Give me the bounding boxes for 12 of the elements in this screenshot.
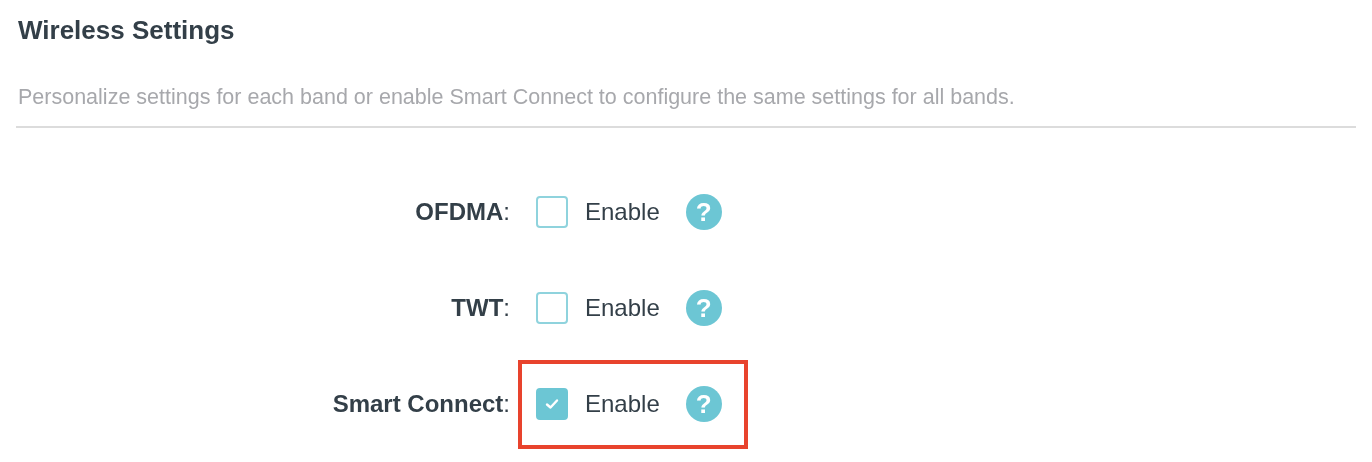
checkbox[interactable] (536, 292, 568, 324)
checkbox-label[interactable]: Enable (585, 198, 660, 226)
setting-label: TWT: (450, 294, 510, 322)
check-icon (545, 398, 559, 410)
checkbox-label[interactable]: Enable (585, 294, 660, 322)
section-description: Personalize settings for each band or enable Smart Connect to configure the same settings for all bands. (18, 84, 1016, 111)
checkbox-label[interactable]: Enable (585, 390, 660, 418)
setting-label: Smart Connect: (331, 390, 510, 418)
checkbox[interactable] (536, 196, 568, 228)
setting-label: OFDMA: (414, 198, 510, 226)
checkbox[interactable] (536, 388, 568, 420)
section-title: Wireless Settings (18, 14, 236, 47)
